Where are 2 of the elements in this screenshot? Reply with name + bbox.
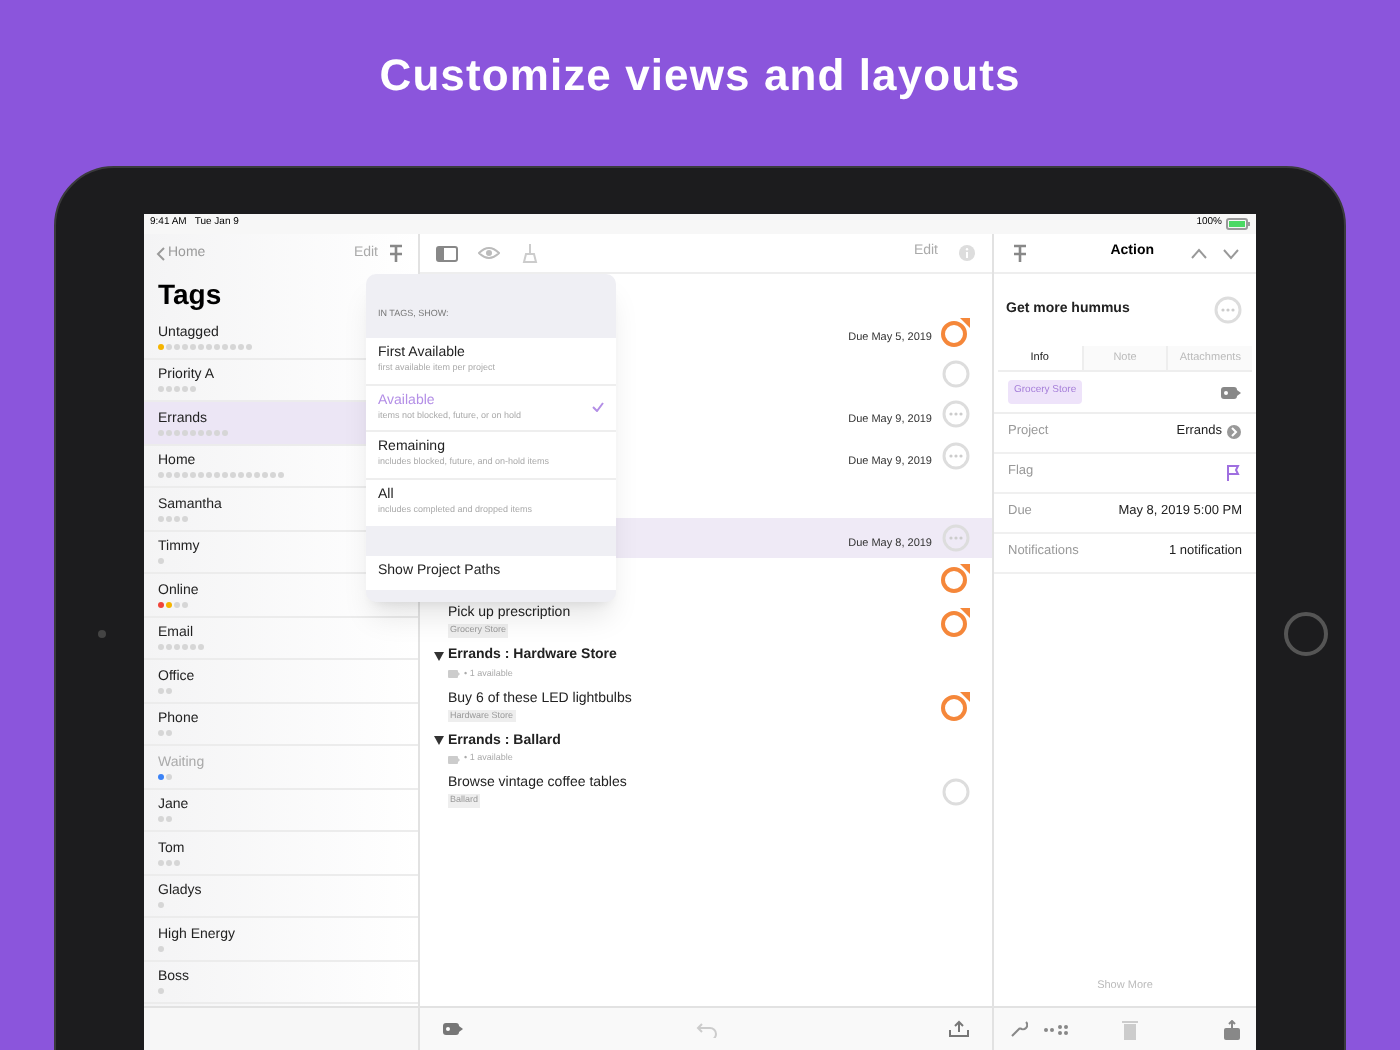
sidebar-title: Tags (158, 276, 222, 314)
headline: Customize views and layouts (379, 48, 1021, 104)
